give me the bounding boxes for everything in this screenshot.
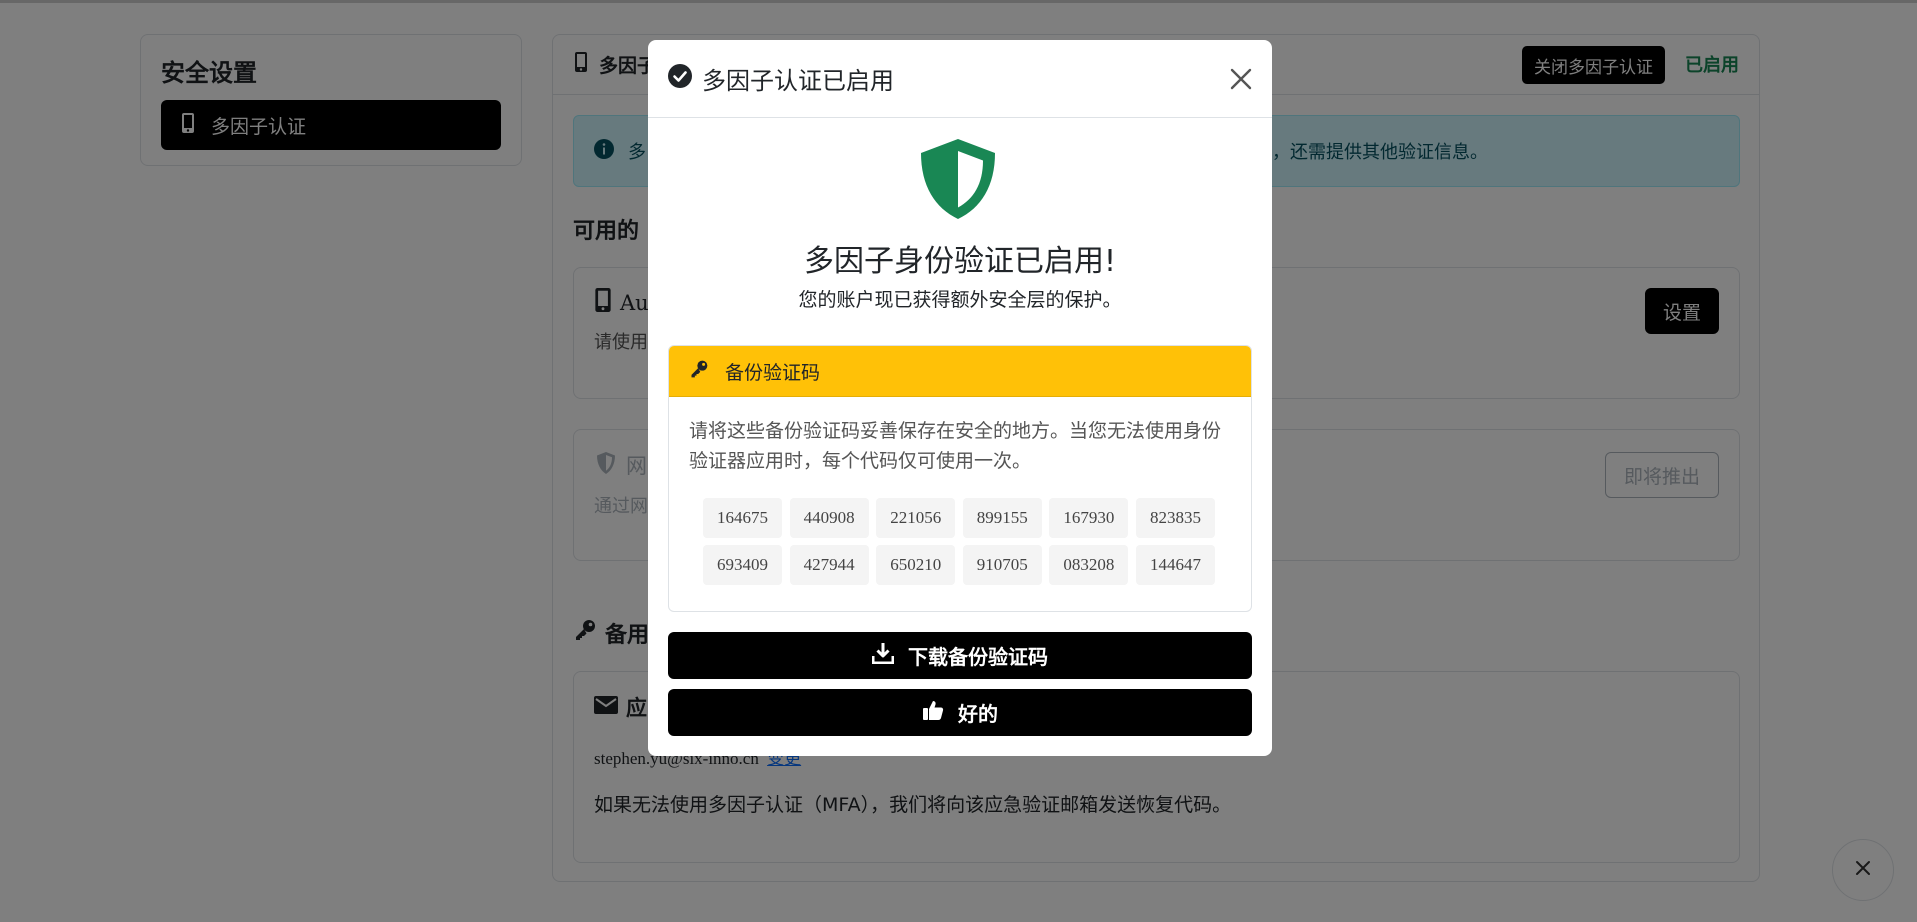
download-codes-button[interactable]: 下载备份验证码 (668, 632, 1252, 679)
modal-header: 多因子认证已启用 (648, 40, 1272, 118)
backup-code: 164675 (703, 498, 782, 538)
backup-code: 910705 (962, 545, 1042, 585)
check-circle-icon (668, 63, 702, 94)
download-codes-label: 下载备份验证码 (908, 645, 1048, 669)
backup-codes-card: 备份验证码 请将这些备份验证码妥善保存在安全的地方。当您无法使用身份验证器应用时… (668, 345, 1252, 612)
backup-code: 221056 (876, 498, 956, 538)
backup-code: 144647 (1135, 545, 1215, 585)
backup-code: 440908 (789, 498, 869, 538)
backup-code: 083208 (1049, 545, 1129, 585)
backup-code: 899155 (962, 498, 1042, 538)
backup-codes-header: 备份验证码 (669, 346, 1251, 397)
close-icon (1228, 68, 1254, 96)
success-heading: 多因子身份验证已启用! (803, 244, 1117, 279)
shield-icon (919, 138, 997, 220)
backup-code: 693409 (703, 545, 782, 585)
backup-code: 167930 (1049, 498, 1129, 538)
success-subtext: 您的账户现已获得额外安全层的保护。 (798, 289, 1122, 311)
backup-codes-title: 备份验证码 (725, 361, 821, 384)
modal-title-text: 多因子认证已启用 (702, 67, 894, 95)
thumbs-up-icon (922, 699, 958, 726)
backup-code-grid: 164675 440908 221056 899155 167930 82383… (703, 498, 1215, 585)
mfa-enabled-modal: 多因子认证已启用 多因子身份验证已启用! 您的账户现已获得额外安全层的保护。 备… (648, 40, 1272, 756)
download-icon (871, 642, 908, 669)
backup-codes-note: 请将这些备份验证码妥善保存在安全的地方。当您无法使用身份验证器应用时，每个代码仅… (689, 420, 1222, 472)
modal-title: 多因子认证已启用 (668, 61, 894, 96)
modal-close-button[interactable] (1228, 66, 1254, 92)
ok-label: 好的 (958, 702, 998, 726)
backup-code: 650210 (876, 545, 956, 585)
key-icon (689, 359, 725, 384)
backup-code: 823835 (1135, 498, 1215, 538)
ok-button[interactable]: 好的 (668, 689, 1252, 736)
backup-code: 427944 (789, 545, 869, 585)
